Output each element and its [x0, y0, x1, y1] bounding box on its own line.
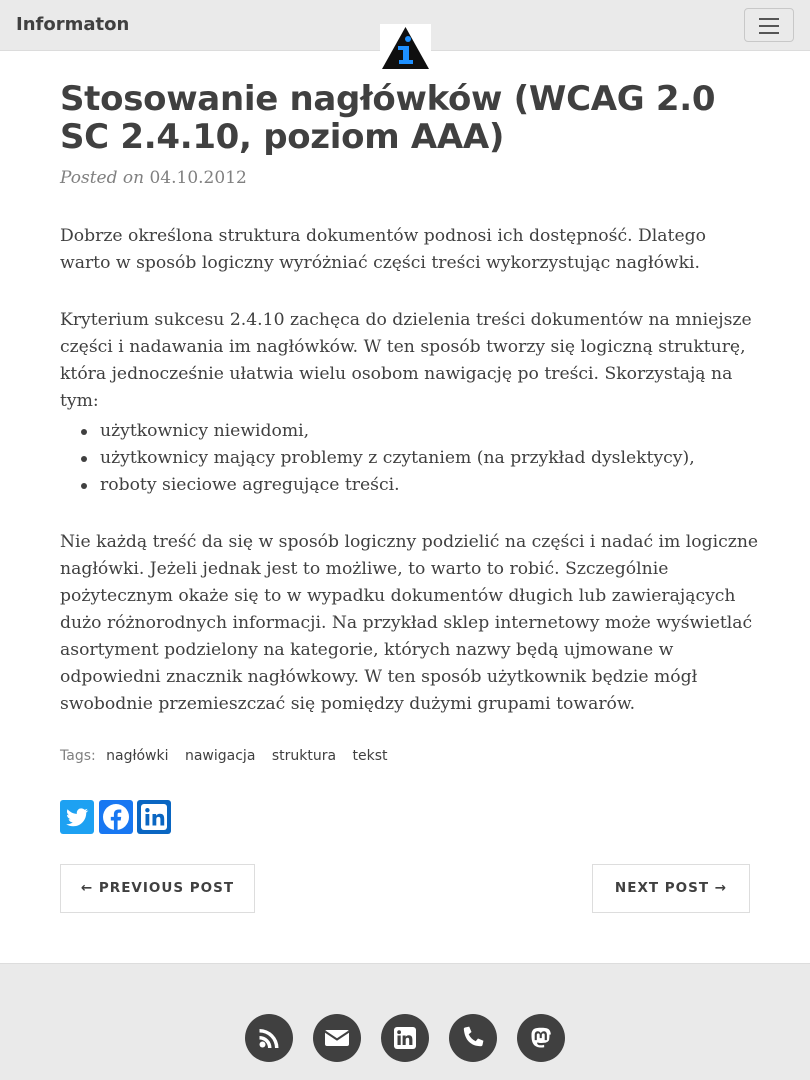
- hamburger-icon: [759, 18, 779, 20]
- twitter-icon: [66, 808, 89, 827]
- previous-post-button[interactable]: ← PREVIOUS POST: [60, 864, 255, 913]
- tag-link[interactable]: tekst: [353, 748, 388, 764]
- paragraph-2: Kryterium sukcesu 2.4.10 zachęca do dzie…: [60, 310, 752, 411]
- linkedin-link[interactable]: [381, 1014, 429, 1062]
- footer: [0, 963, 810, 1080]
- brand-link[interactable]: Informaton: [16, 14, 129, 35]
- next-post-button[interactable]: NEXT POST →: [592, 864, 750, 913]
- linkedin-share-button[interactable]: [137, 800, 171, 834]
- tag-link[interactable]: nawigacja: [185, 748, 255, 764]
- info-triangle-logo-icon[interactable]: [380, 24, 431, 71]
- post-meta: Posted on 04.10.2012: [60, 168, 247, 188]
- linkedin-icon: [141, 804, 167, 830]
- navbar: Informaton: [0, 0, 810, 71]
- facebook-share-button[interactable]: [99, 800, 133, 834]
- list-item: roboty sieciowe agregujące treści.: [60, 472, 760, 499]
- post-date: 04.10.2012: [149, 168, 247, 188]
- tag-link[interactable]: struktura: [272, 748, 336, 764]
- twitter-share-button[interactable]: [60, 800, 94, 834]
- facebook-icon: [103, 804, 129, 830]
- mastodon-link[interactable]: [517, 1014, 565, 1062]
- tags-label: Tags:: [60, 748, 96, 764]
- rss-icon: [259, 1029, 279, 1048]
- tag-link[interactable]: nagłówki: [106, 748, 168, 764]
- rss-link[interactable]: [245, 1014, 293, 1062]
- list-item: użytkownicy mający problemy z czytaniem …: [60, 445, 760, 472]
- bullet-list: użytkownicy niewidomi, użytkownicy mając…: [60, 418, 760, 499]
- list-item: użytkownicy niewidomi,: [60, 418, 760, 445]
- linkedin-icon: [394, 1027, 416, 1049]
- posted-on-label: Posted on: [60, 168, 145, 188]
- paragraph-3: Nie każdą treść da się w sposób logiczny…: [60, 532, 759, 714]
- paragraph-1: Dobrze określona struktura dokumentów po…: [60, 226, 706, 273]
- phone-icon: [463, 1026, 484, 1047]
- mastodon-icon: [531, 1027, 551, 1048]
- email-link[interactable]: [313, 1014, 361, 1062]
- menu-toggle-button[interactable]: [744, 8, 794, 42]
- phone-link[interactable]: [449, 1014, 497, 1062]
- post-title: Stosowanie nagłówków (WCAG 2.0 SC 2.4.10…: [60, 79, 716, 157]
- tags-row: Tags: nagłówki nawigacja struktura tekst: [60, 748, 388, 764]
- envelope-icon: [324, 1030, 350, 1046]
